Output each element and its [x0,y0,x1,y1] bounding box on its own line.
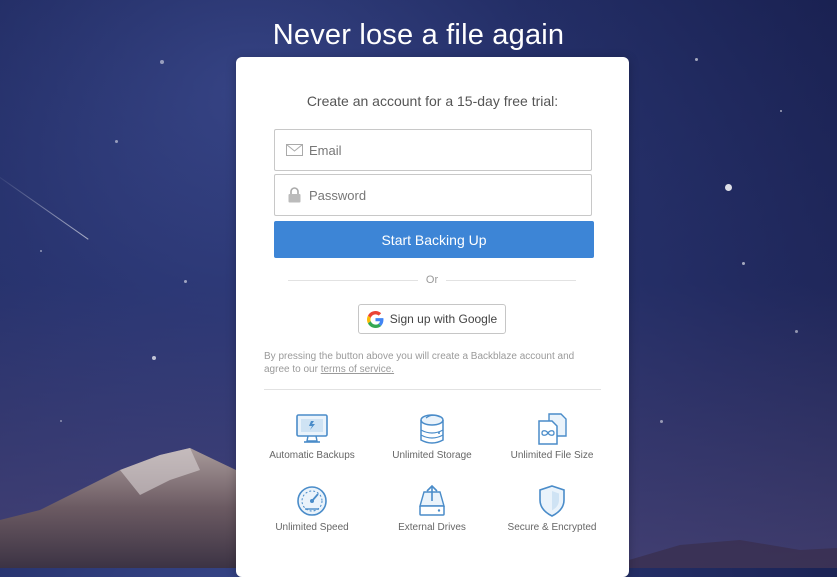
feature-label: Unlimited Speed [275,522,349,533]
google-logo-icon [366,310,384,328]
feature-unlimited-file-size: Unlimited File Size [492,412,612,461]
divider-line [446,279,577,281]
divider-line [288,279,418,281]
signup-intro: Create an account for a 15-day free tria… [306,93,559,109]
email-field[interactable] [274,129,592,171]
or-text: Or [425,274,439,286]
feature-label: External Drives [398,522,466,533]
external-drive-icon [419,484,445,516]
google-signup-button[interactable]: Sign up with Google [358,304,506,334]
terms-of-service-link[interactable]: terms of service. [321,364,394,375]
google-signup-label: Sign up with Google [389,312,498,326]
feature-secure-encrypted: Secure & Encrypted [492,484,612,533]
or-divider: Or [288,272,577,288]
feature-unlimited-speed: Unlimited Speed [252,484,372,533]
envelope-icon [285,141,303,159]
monitor-icon [296,414,328,443]
signup-card: Create an account for a 15-day free tria… [236,57,629,577]
speedometer-icon [297,486,327,516]
feature-label: Unlimited Storage [392,450,472,461]
legal-notice: By pressing the button above you will cr… [264,350,584,376]
legal-text: By pressing the button above you will cr… [264,351,575,375]
page-headline: Never lose a file again [272,19,565,52]
file-infinity-icon [538,413,567,445]
feature-label: Unlimited File Size [510,450,594,461]
feature-unlimited-storage: Unlimited Storage [372,412,492,461]
shield-icon [539,485,565,517]
feature-label: Secure & Encrypted [507,522,597,533]
email-input[interactable] [307,141,581,159]
feature-external-drives: External Drives [372,484,492,533]
hard-drive-icon [420,414,444,444]
password-input[interactable] [307,186,581,204]
feature-label: Automatic Backups [269,450,355,461]
section-divider [264,389,601,390]
start-backing-up-button[interactable]: Start Backing Up [274,221,594,258]
lock-icon [285,186,303,204]
password-field[interactable] [274,174,592,216]
feature-automatic-backups: Automatic Backups [252,412,372,461]
